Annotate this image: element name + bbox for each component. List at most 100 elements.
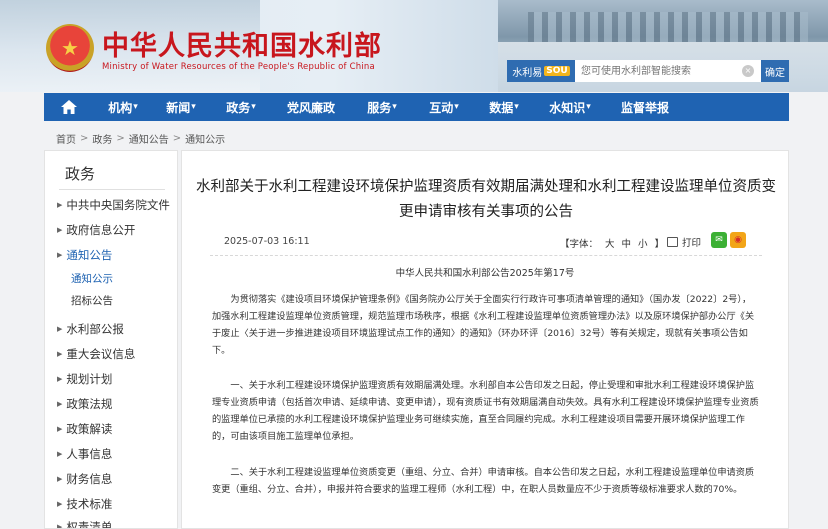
- sidebar-item-power-list[interactable]: ▶ 权责清单: [57, 519, 113, 529]
- caret-down-icon: ▾: [586, 102, 591, 112]
- nav-item-label: 互动: [429, 100, 454, 115]
- triangle-right-icon: ▶: [57, 523, 63, 529]
- article-date: 2025-07-03 16:11: [224, 236, 310, 247]
- search-brand: 水利易 SOU: [507, 60, 575, 82]
- sidebar: 政务 ▶ 中共中央国务院文件 ▶ 政府信息公开 ▶ 通知公告 通知公示 招标公告 ▶ 水…: [44, 150, 178, 529]
- search-clear-icon[interactable]: ×: [742, 65, 754, 77]
- divider: [210, 255, 762, 256]
- sidebar-subitem-notice-public[interactable]: 通知公示: [71, 271, 113, 286]
- nav-item-report[interactable]: 监督举报: [606, 93, 684, 121]
- nav-item-org[interactable]: 机构 ▾: [94, 93, 152, 121]
- print-icon: [667, 237, 678, 247]
- nav-item-party[interactable]: 党风廉政: [272, 93, 350, 121]
- sidebar-item-label: 权责清单: [66, 520, 113, 529]
- nav-item-label: 水知识: [549, 100, 586, 115]
- search-input[interactable]: [575, 60, 761, 82]
- triangle-right-icon: ▶: [57, 226, 63, 234]
- nav-home[interactable]: [44, 93, 94, 121]
- triangle-right-icon: ▶: [57, 201, 63, 209]
- sidebar-item-standards[interactable]: ▶ 技术标准: [57, 496, 112, 512]
- sidebar-item-label: 政策法规: [66, 397, 113, 411]
- breadcrumb: 首页 > 政务 > 通知公告 > 通知公示: [56, 131, 225, 146]
- sidebar-item-label: 技术标准: [66, 497, 113, 511]
- sidebar-item-interpretation[interactable]: ▶ 政策解读: [57, 421, 112, 437]
- sidebar-item-info-disclosure[interactable]: ▶ 政府信息公开: [57, 222, 135, 238]
- triangle-right-icon: ▶: [57, 400, 63, 408]
- site-title[interactable]: 中华人民共和国水利部: [102, 24, 382, 63]
- breadcrumb-current[interactable]: 通知公示: [185, 131, 225, 146]
- sidebar-item-bulletin[interactable]: ▶ 水利部公报: [57, 321, 124, 337]
- nav-item-label: 机构: [108, 100, 133, 115]
- sidebar-item-planning[interactable]: ▶ 规划计划: [57, 371, 112, 387]
- search-bar: 水利易 SOU × 确定: [507, 60, 789, 82]
- nav-item-label: 监督举报: [620, 100, 669, 115]
- search-brand-label: 水利易: [512, 67, 543, 79]
- sidebar-item-policies[interactable]: ▶ 政策法规: [57, 396, 112, 412]
- nav-item-label: 党风廉政: [286, 100, 335, 115]
- breadcrumb-separator: >: [80, 133, 89, 144]
- sidebar-item-notices[interactable]: ▶ 通知公告: [57, 247, 112, 263]
- search-brand-badge: SOU: [544, 66, 570, 76]
- caret-down-icon: ▾: [392, 102, 397, 112]
- triangle-right-icon: ▶: [57, 500, 63, 508]
- breadcrumb-notices[interactable]: 通知公告: [129, 131, 169, 146]
- article-paragraph: 为贯彻落实《建设项目环境保护管理条例》《国务院办公厅关于全面实行行政许可事项清单…: [212, 294, 755, 356]
- nav-item-label: 新闻: [166, 100, 191, 115]
- sidebar-item-label: 重大会议信息: [66, 347, 136, 361]
- print-button[interactable]: 打印: [667, 235, 701, 249]
- main-nav: 机构 ▾ 新闻 ▾ 政务 ▾ 党风廉政 服务 ▾ 互动 ▾ 数据 ▾ 水知识 ▾ 监督举报: [44, 93, 789, 121]
- article-paragraph: 二、关于水利工程建设监理单位资质变更（重组、分立、合并）申请审核。自本公告印发之…: [212, 467, 755, 495]
- nav-item-data[interactable]: 数据 ▾: [474, 93, 534, 121]
- weibo-icon[interactable]: ◉: [730, 232, 746, 248]
- wechat-icon[interactable]: ✉: [711, 232, 727, 248]
- article-paragraph: 一、关于水利工程建设环境保护监理资质有效期届满处理。水利部自本公告印发之日起，停…: [212, 380, 759, 442]
- sidebar-item-label: 财务信息: [66, 472, 113, 486]
- article-panel: 水利部关于水利工程建设环境保护监理资质有效期届满处理和水利工程建设监理单位资质变…: [181, 150, 789, 529]
- nav-item-label: 数据: [489, 100, 514, 115]
- site-subtitle: Ministry of Water Resources of the Peopl…: [102, 62, 375, 72]
- font-size-medium-button[interactable]: 中: [622, 236, 632, 250]
- document-number: 中华人民共和国水利部公告2025年第17号: [395, 268, 575, 279]
- breadcrumb-separator: >: [116, 133, 125, 144]
- sidebar-item-personnel[interactable]: ▶ 人事信息: [57, 446, 112, 462]
- site-header: ★ 中华人民共和国水利部 Ministry of Water Resources…: [0, 0, 828, 92]
- sidebar-item-meetings[interactable]: ▶ 重大会议信息: [57, 346, 135, 362]
- print-label: 打印: [682, 238, 702, 249]
- search-submit-button[interactable]: 确定: [761, 60, 789, 82]
- breadcrumb-home[interactable]: 首页: [56, 131, 76, 146]
- nav-item-service[interactable]: 服务 ▾: [350, 93, 414, 121]
- font-size-label: 【字体：: [560, 239, 599, 250]
- font-size-small-button[interactable]: 小: [638, 236, 648, 250]
- sidebar-item-label: 人事信息: [66, 447, 113, 461]
- sidebar-item-label: 政策解读: [66, 422, 113, 436]
- caret-down-icon: ▾: [133, 102, 138, 112]
- triangle-right-icon: ▶: [57, 450, 63, 458]
- font-size-close: 】: [654, 239, 665, 250]
- sidebar-item-finance[interactable]: ▶ 财务信息: [57, 471, 112, 487]
- nav-item-knowledge[interactable]: 水知识 ▾: [534, 93, 606, 121]
- triangle-right-icon: ▶: [57, 350, 63, 358]
- national-emblem-icon[interactable]: ★: [46, 24, 94, 72]
- caret-down-icon: ▾: [514, 102, 519, 112]
- breadcrumb-separator: >: [172, 133, 182, 144]
- breadcrumb-affairs[interactable]: 政务: [92, 131, 112, 146]
- triangle-right-icon: ▶: [57, 325, 63, 333]
- caret-down-icon: ▾: [251, 102, 256, 112]
- triangle-right-icon: ▶: [57, 425, 63, 433]
- sidebar-subitem-tender[interactable]: 招标公告: [71, 293, 113, 308]
- sidebar-item-label: 政府信息公开: [66, 223, 136, 237]
- sidebar-title: 政务: [65, 165, 96, 183]
- nav-item-label: 服务: [367, 100, 392, 115]
- caret-down-icon: ▾: [191, 102, 196, 112]
- divider: [59, 189, 165, 190]
- nav-item-news[interactable]: 新闻 ▾: [152, 93, 210, 121]
- font-size-large-button[interactable]: 大: [605, 236, 615, 250]
- article-title: 水利部关于水利工程建设环境保护监理资质有效期届满处理和水利工程建设监理单位资质变…: [196, 179, 776, 220]
- sidebar-item-label: 通知公告: [66, 248, 113, 262]
- caret-down-icon: ▾: [454, 102, 459, 112]
- dam-gates: [528, 12, 808, 42]
- sidebar-item-central-docs[interactable]: ▶ 中共中央国务院文件: [57, 197, 170, 213]
- nav-item-affairs[interactable]: 政务 ▾: [210, 93, 272, 121]
- nav-item-interact[interactable]: 互动 ▾: [414, 93, 474, 121]
- sidebar-item-label: 中共中央国务院文件: [66, 198, 170, 212]
